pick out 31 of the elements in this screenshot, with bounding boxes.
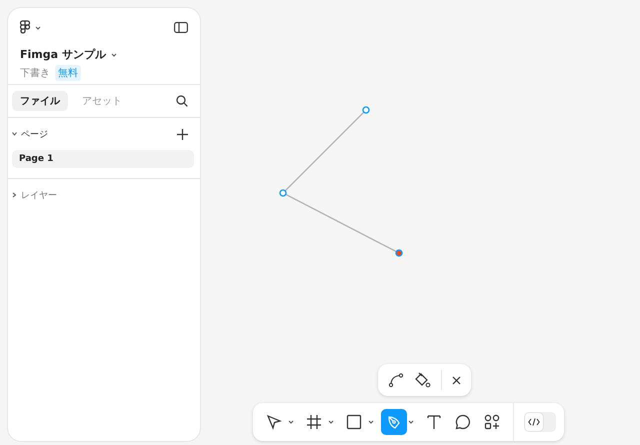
- caret-icon[interactable]: [368, 420, 374, 424]
- caret-icon[interactable]: [35, 26, 41, 30]
- bend-curve-icon[interactable]: [388, 372, 404, 388]
- file-name[interactable]: Fimga サンプル: [20, 47, 106, 62]
- speech-bubble-icon: [455, 414, 471, 430]
- pages-heading: ページ: [21, 128, 48, 140]
- plan-badge: 無料: [55, 65, 81, 81]
- caret-icon[interactable]: [110, 52, 117, 56]
- search-icon[interactable]: [176, 95, 188, 107]
- chevron-icon[interactable]: [12, 132, 18, 136]
- caret-icon[interactable]: [288, 420, 294, 424]
- pen-icon: [386, 414, 402, 430]
- add-icon[interactable]: [177, 128, 188, 140]
- page-item[interactable]: Page 1: [12, 150, 194, 168]
- logo-icon[interactable]: [20, 20, 30, 35]
- draft-label: 下書き: [20, 66, 50, 80]
- dev-mode-toggle[interactable]: [524, 412, 556, 432]
- caret-icon[interactable]: [408, 420, 414, 424]
- tab[interactable]: ファイル: [12, 91, 68, 111]
- sidebar-toggle-icon[interactable]: [174, 22, 188, 33]
- chevron-icon[interactable]: [12, 192, 17, 198]
- layers-heading: レイヤー: [21, 190, 57, 202]
- close-icon[interactable]: [452, 376, 461, 384]
- shapes-icon: [484, 414, 500, 430]
- rectangle-icon: [346, 414, 362, 430]
- paint-bucket-icon[interactable]: [414, 372, 431, 388]
- caret-icon[interactable]: [328, 420, 334, 424]
- text-icon: [426, 414, 442, 430]
- code-icon: [528, 418, 540, 426]
- frame-icon: [306, 414, 322, 430]
- pointer-icon: [266, 414, 282, 430]
